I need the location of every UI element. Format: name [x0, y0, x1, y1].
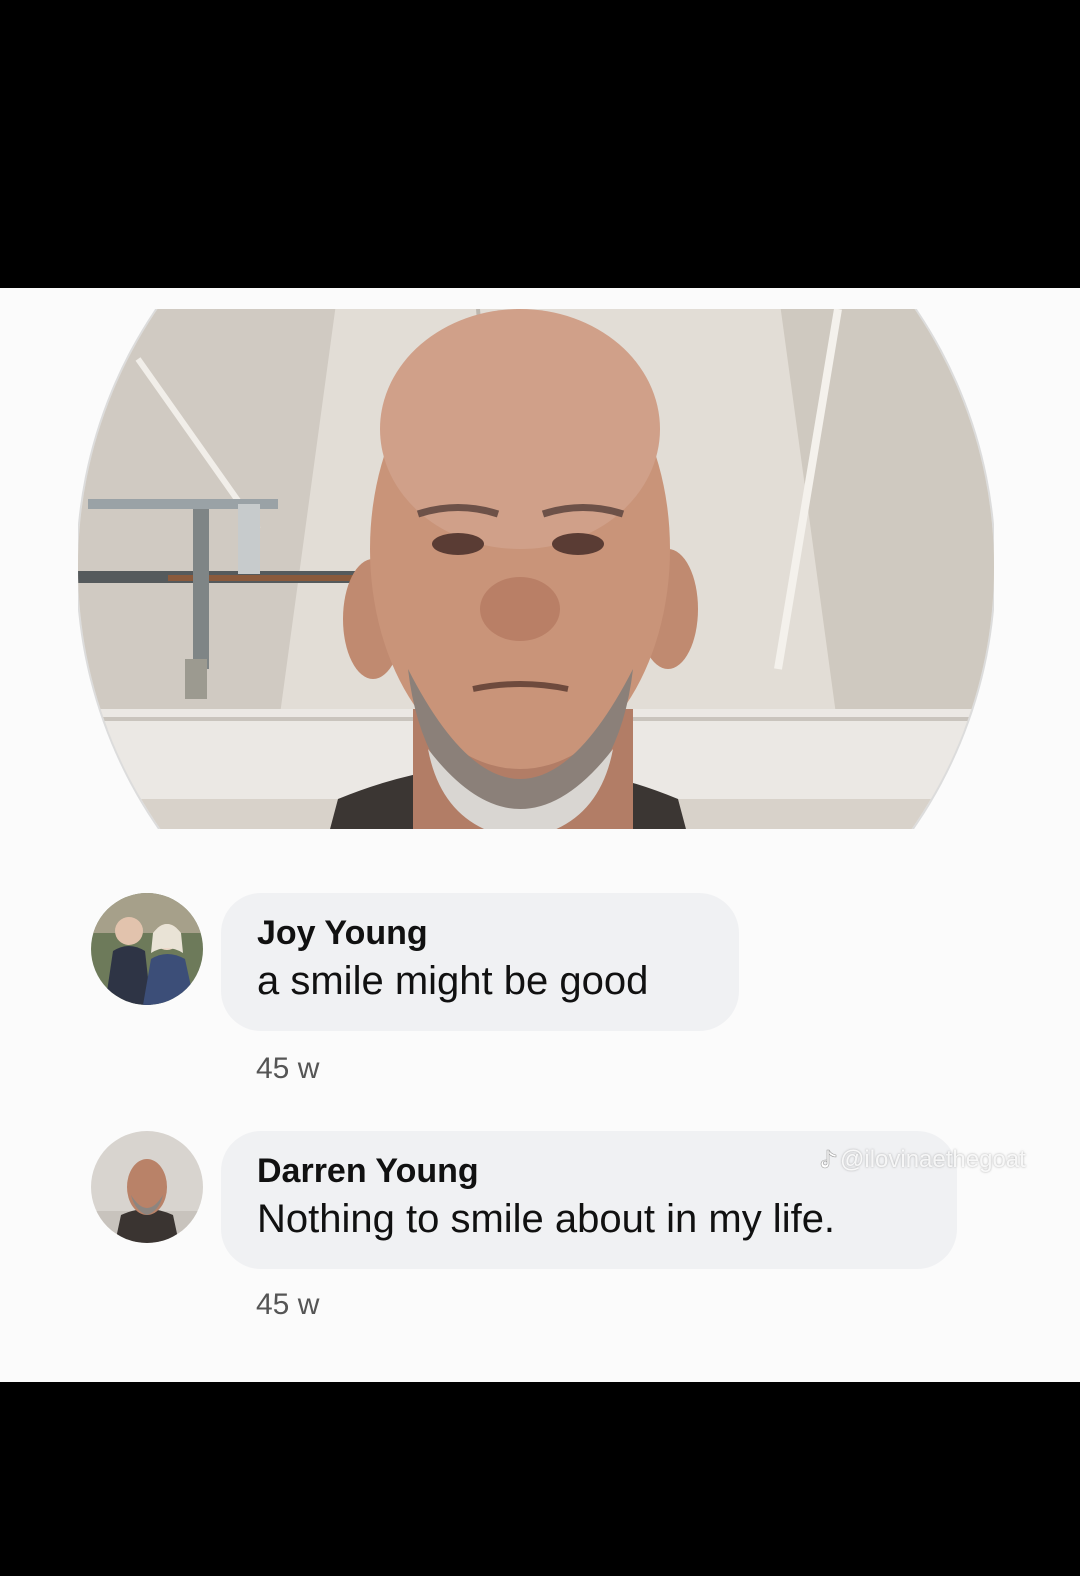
comment-timestamp[interactable]: 45 w [256, 1288, 319, 1322]
comment-text: a smile might be good [257, 959, 649, 1003]
man-photo-avatar[interactable] [91, 1131, 203, 1243]
post-panel: Joy Young a smile might be good 45 w Dar… [0, 288, 1080, 1382]
profile-photo-frame [78, 309, 994, 829]
letterbox-bottom [0, 1382, 1080, 1576]
comment-author[interactable]: Joy Young [257, 911, 703, 955]
profile-photo[interactable] [78, 309, 994, 829]
comment-bubble: Joy Young a smile might be good [221, 893, 739, 1031]
letterbox-top [0, 0, 1080, 288]
comment-text: Nothing to smile about in my life. [257, 1197, 836, 1241]
comment-timestamp[interactable]: 45 w [256, 1052, 319, 1086]
watermark-handle: @ilovinaethegoat [840, 1146, 1026, 1173]
couple-photo-avatar[interactable] [91, 893, 203, 1005]
tiktok-note-icon [820, 1149, 837, 1169]
